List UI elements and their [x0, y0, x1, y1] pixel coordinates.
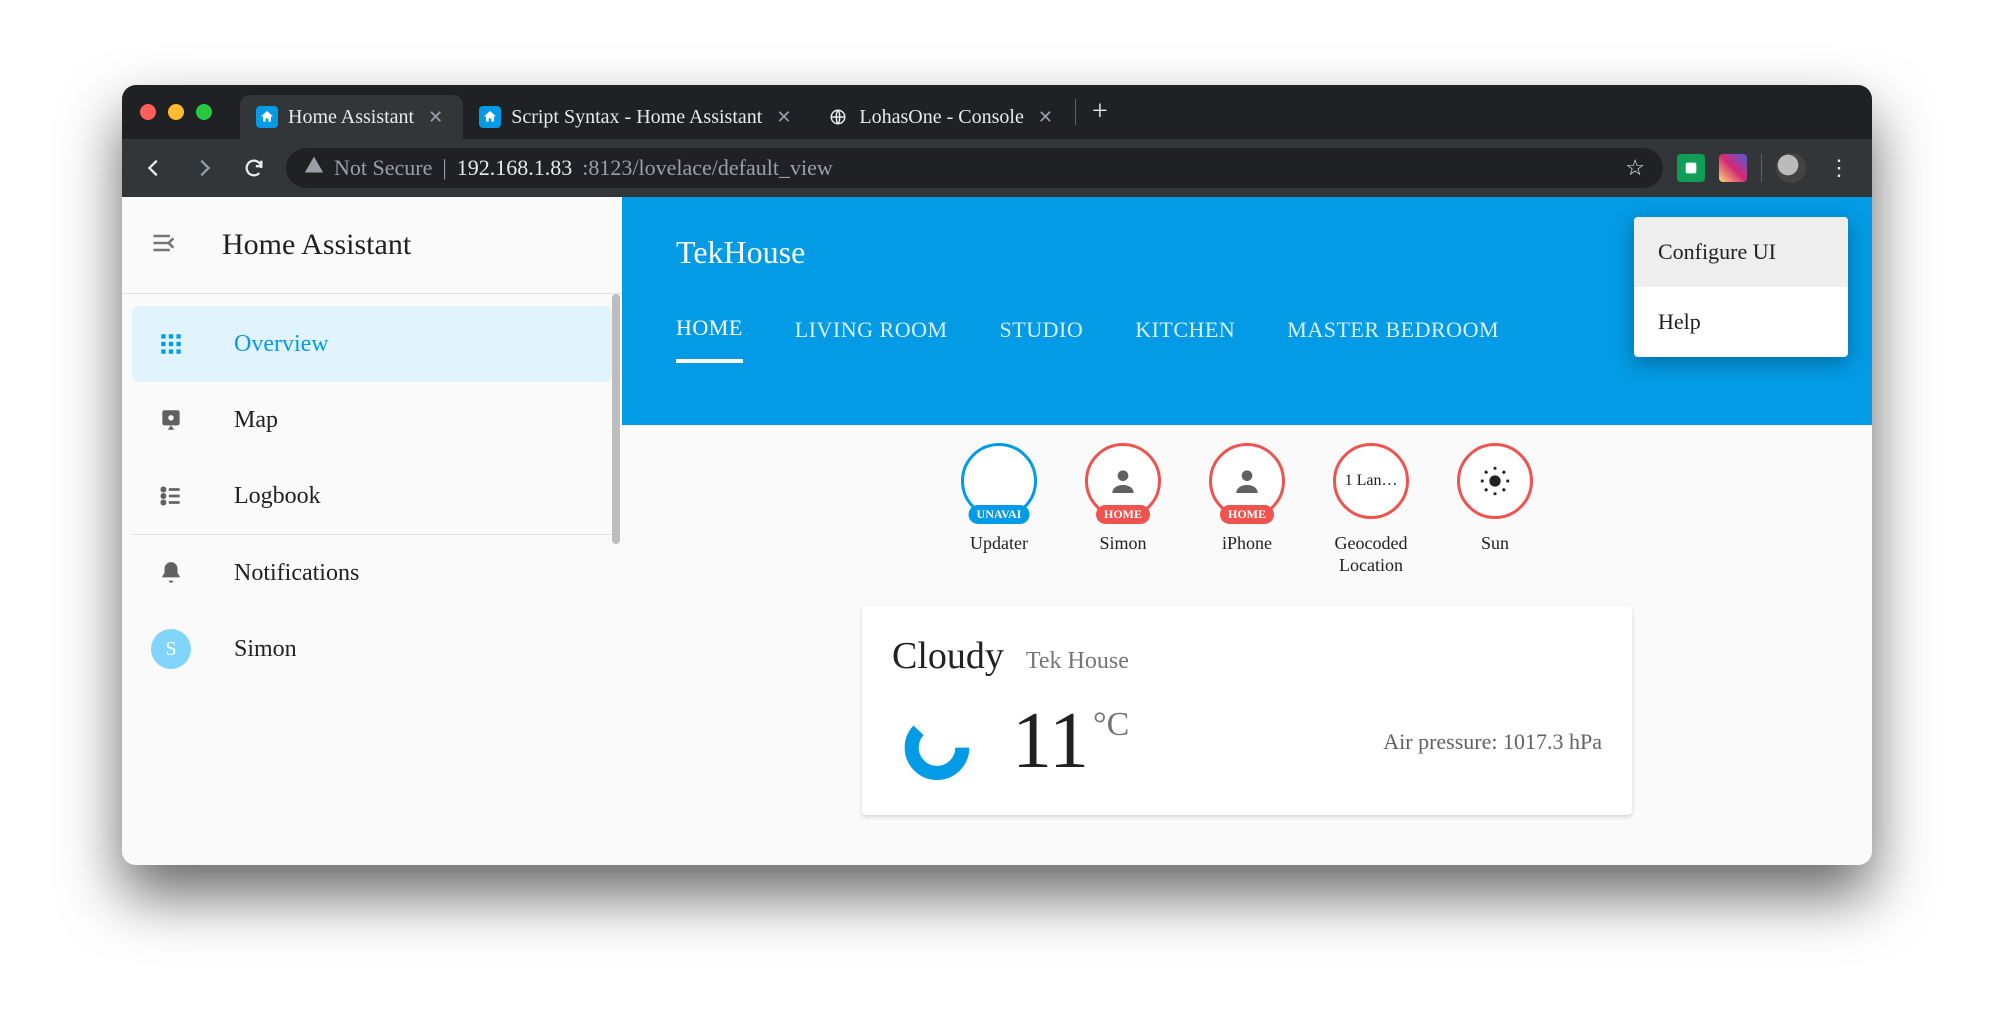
- close-tab-icon[interactable]: ✕: [424, 107, 447, 128]
- home-assistant-app: Home Assistant Overview Map Logbook: [122, 197, 1872, 865]
- tab-studio[interactable]: STUDIO: [1000, 317, 1084, 361]
- person-icon: [1107, 465, 1139, 497]
- weather-location: Tek House: [1026, 648, 1129, 675]
- scrollbar[interactable]: [612, 294, 620, 544]
- sidebar-item-overview[interactable]: Overview: [132, 306, 612, 382]
- reload-button[interactable]: [236, 150, 272, 186]
- collapse-sidebar-icon[interactable]: [150, 229, 178, 262]
- extension-button[interactable]: [1677, 154, 1705, 182]
- sidebar-list: Overview Map Logbook Notifications S: [122, 294, 622, 699]
- badge-iphone[interactable]: HOME iPhone: [1196, 443, 1298, 576]
- tab-home[interactable]: HOME: [676, 315, 743, 363]
- sidebar: Home Assistant Overview Map Logbook: [122, 197, 622, 865]
- url-host: 192.168.1.83: [457, 155, 573, 181]
- tab-separator: [1075, 99, 1076, 125]
- browser-menu-button[interactable]: ⋮: [1820, 155, 1858, 181]
- badge-label: Simon: [1099, 533, 1146, 555]
- maximize-window-button[interactable]: [196, 104, 212, 120]
- badges-row: UNAVAI Updater HOME Simon HOME iPhone 1 …: [622, 425, 1872, 584]
- overflow-menu: Configure UI Help: [1634, 217, 1848, 357]
- grid-icon: [156, 331, 186, 357]
- browser-tab-title: LohasOne - Console: [859, 106, 1023, 129]
- map-marker-icon: [156, 407, 186, 433]
- badge-person-simon[interactable]: HOME Simon: [1072, 443, 1174, 576]
- sidebar-header: Home Assistant: [122, 197, 622, 293]
- badge-sun[interactable]: Sun: [1444, 443, 1546, 576]
- sidebar-item-label: Overview: [234, 331, 329, 358]
- not-secure-icon: [304, 155, 324, 181]
- browser-toolbar: Not Secure | 192.168.1.83:8123/lovelace/…: [122, 139, 1872, 197]
- window-traffic-lights[interactable]: [140, 104, 212, 120]
- menu-item-help[interactable]: Help: [1634, 287, 1848, 357]
- badge-label: Updater: [970, 533, 1028, 555]
- badge-updater[interactable]: UNAVAI Updater: [948, 443, 1050, 576]
- badge-pill: HOME: [1096, 505, 1150, 524]
- tab-kitchen[interactable]: KITCHEN: [1135, 317, 1235, 361]
- globe-favicon-icon: [827, 106, 849, 128]
- bell-icon: [156, 560, 186, 586]
- temperature-unit: °C: [1093, 706, 1129, 744]
- sidebar-item-notifications[interactable]: Notifications: [132, 535, 612, 611]
- bookmark-star-icon[interactable]: ☆: [1625, 155, 1645, 181]
- weather-metric: Air pressure: 1017.3 hPa: [1383, 729, 1602, 755]
- close-tab-icon[interactable]: ✕: [1034, 107, 1057, 128]
- sidebar-item-label: Simon: [234, 636, 297, 663]
- address-bar[interactable]: Not Secure | 192.168.1.83:8123/lovelace/…: [286, 148, 1663, 188]
- weather-card[interactable]: Cloudy Tek House 11°C Air pressure: 1017…: [862, 606, 1632, 815]
- temperature-value: 11°C: [1012, 696, 1129, 787]
- sidebar-item-label: Map: [234, 407, 278, 434]
- sidebar-item-label: Notifications: [234, 560, 359, 587]
- main-content: TekHouse HOME LIVING ROOM STUDIO KITCHEN…: [622, 197, 1872, 865]
- browser-tab-title: Home Assistant: [288, 106, 414, 129]
- badge-geocoded-location[interactable]: 1 Lan… Geocoded Location: [1320, 443, 1422, 576]
- sidebar-item-map[interactable]: Map: [132, 382, 612, 458]
- sidebar-item-label: Logbook: [234, 483, 321, 510]
- badge-pill: HOME: [1220, 505, 1274, 524]
- cloudy-icon: [892, 697, 982, 787]
- sidebar-item-logbook[interactable]: Logbook: [132, 458, 612, 534]
- badge-text: 1 Lan…: [1345, 472, 1398, 490]
- tab-living-room[interactable]: LIVING ROOM: [795, 317, 948, 361]
- person-icon: [1231, 465, 1263, 497]
- browser-tab-active[interactable]: Home Assistant ✕: [240, 95, 463, 139]
- user-avatar-icon: S: [151, 629, 191, 669]
- badge-label: Geocoded Location: [1320, 533, 1422, 576]
- minimize-window-button[interactable]: [168, 104, 184, 120]
- dashboard-title: TekHouse: [676, 234, 805, 271]
- profile-avatar[interactable]: [1776, 153, 1806, 183]
- browser-tab[interactable]: Script Syntax - Home Assistant ✕: [463, 95, 811, 139]
- sidebar-item-user[interactable]: S Simon: [132, 611, 612, 687]
- home-assistant-favicon-icon: [479, 106, 501, 128]
- menu-item-configure-ui[interactable]: Configure UI: [1634, 217, 1848, 287]
- extension-button[interactable]: [1719, 154, 1747, 182]
- badge-pill: UNAVAI: [969, 505, 1030, 524]
- tab-master-bedroom[interactable]: MASTER BEDROOM: [1287, 317, 1499, 361]
- browser-tabstrip: Home Assistant ✕ Script Syntax - Home As…: [122, 85, 1872, 139]
- toolbar-separator: [1761, 154, 1762, 182]
- sidebar-title: Home Assistant: [222, 228, 411, 262]
- back-button[interactable]: [136, 150, 172, 186]
- browser-tab-title: Script Syntax - Home Assistant: [511, 106, 762, 129]
- new-tab-button[interactable]: +: [1078, 96, 1122, 128]
- badge-label: Sun: [1481, 533, 1509, 555]
- list-icon: [156, 483, 186, 509]
- url-path: :8123/lovelace/default_view: [582, 155, 832, 181]
- close-window-button[interactable]: [140, 104, 156, 120]
- forward-button[interactable]: [186, 150, 222, 186]
- badge-label: iPhone: [1222, 533, 1272, 555]
- home-assistant-favicon-icon: [256, 106, 278, 128]
- close-tab-icon[interactable]: ✕: [772, 107, 795, 128]
- browser-window: Home Assistant ✕ Script Syntax - Home As…: [122, 85, 1872, 865]
- weather-condition: Cloudy: [892, 634, 1004, 678]
- browser-tab[interactable]: LohasOne - Console ✕: [811, 95, 1073, 139]
- sun-icon: [1478, 464, 1512, 498]
- security-label: Not Secure: [334, 155, 432, 181]
